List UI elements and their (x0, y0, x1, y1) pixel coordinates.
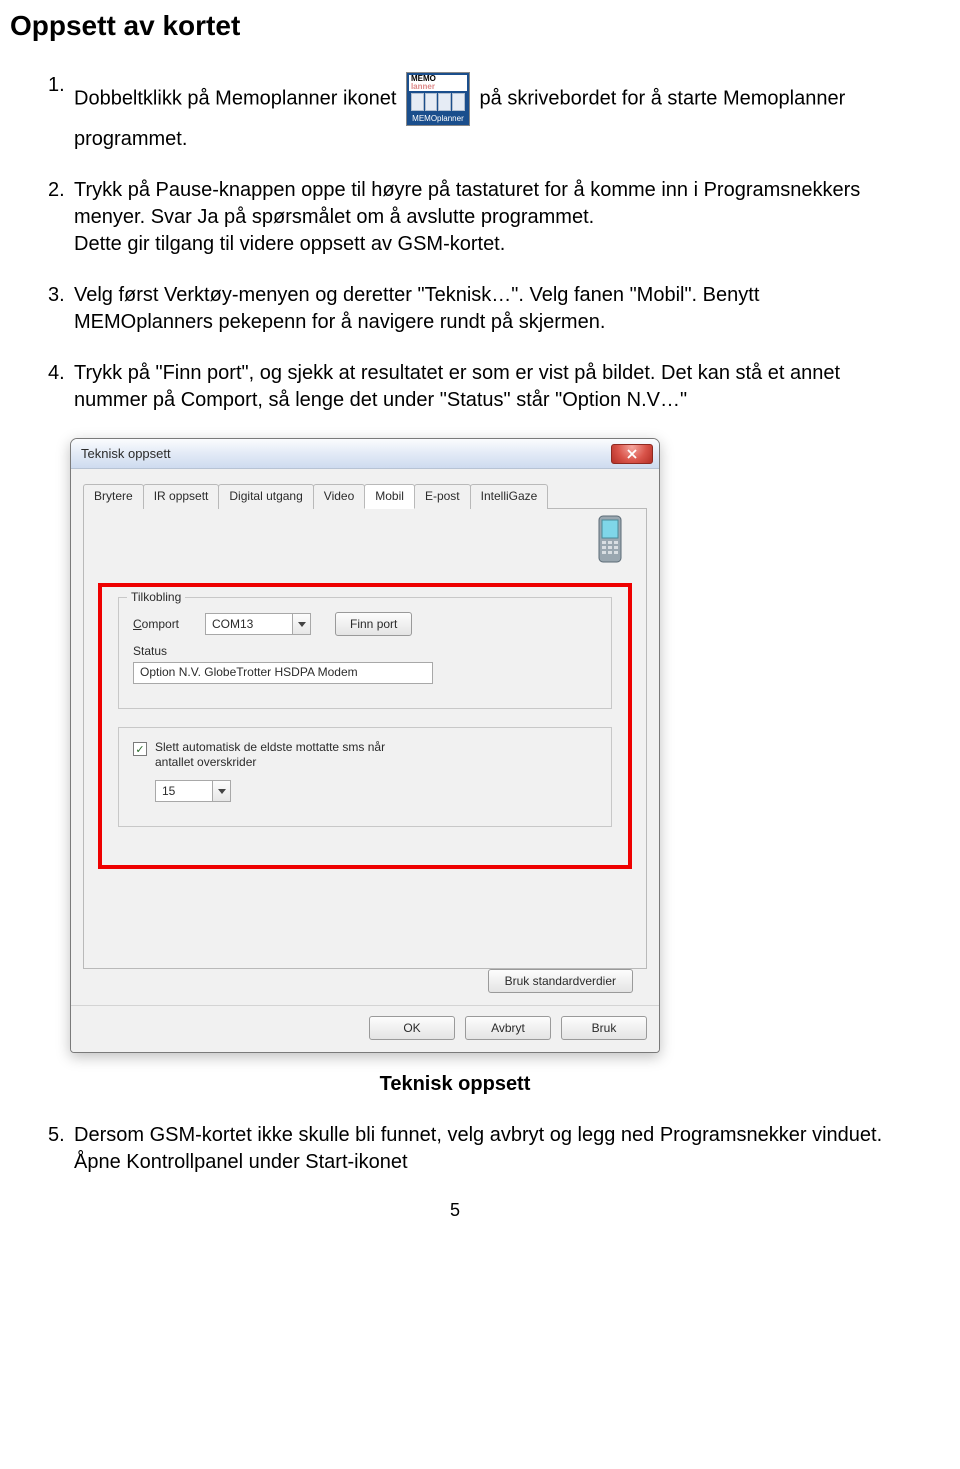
step-number: 1. (48, 72, 74, 153)
group-title: Tilkobling (127, 590, 185, 604)
cancel-button[interactable]: Avbryt (465, 1016, 551, 1040)
auto-delete-checkbox[interactable] (133, 742, 147, 756)
threshold-select[interactable]: 15 (155, 780, 231, 802)
page-number: 5 (10, 1200, 900, 1221)
teknisk-oppsett-dialog: Teknisk oppsett Brytere IR oppsett Digit… (70, 438, 660, 1053)
tab-mobil[interactable]: Mobil (364, 484, 415, 509)
icon-footer: MEMOplanner (407, 114, 469, 124)
close-icon (627, 449, 637, 459)
step-number: 5. (48, 1122, 74, 1176)
page-title: Oppsett av kortet (10, 10, 900, 42)
tab-video[interactable]: Video (313, 484, 365, 509)
threshold-value: 15 (162, 784, 175, 798)
comport-value: COM13 (212, 617, 253, 631)
tab-intelligaze[interactable]: IntelliGaze (470, 484, 549, 509)
icon-text-lanner: lanner (411, 82, 435, 91)
step-text: Velg først Verktøy-menyen og deretter "T… (74, 282, 900, 336)
step-number: 2. (48, 177, 74, 258)
dropdown-caret-icon (212, 781, 230, 801)
memoplanner-desktop-icon: MEMO lanner MEMOplanner (406, 72, 470, 126)
apply-button[interactable]: Bruk (561, 1016, 647, 1040)
dialog-title: Teknisk oppsett (81, 446, 171, 461)
step-text: Trykk på "Finn port", og sjekk at result… (74, 360, 900, 414)
tab-ir-oppsett[interactable]: IR oppsett (143, 484, 220, 509)
step-text: Dobbeltklikk på Memoplanner ikonet (74, 87, 402, 109)
comport-select[interactable]: COM13 (205, 613, 311, 635)
checkbox-label: Slett automatisk de eldste mottatte sms … (155, 740, 415, 770)
status-label: Status (133, 644, 205, 658)
tilkobling-group: Tilkobling Comport COM13 Finn port (118, 597, 612, 709)
step-text: Trykk på Pause-knappen oppe til høyre på… (74, 177, 900, 258)
highlight-box: Tilkobling Comport COM13 Finn port (98, 583, 632, 869)
figure-caption: Teknisk oppsett (10, 1073, 900, 1096)
sms-cleanup-group: Slett automatisk de eldste mottatte sms … (118, 727, 612, 827)
dropdown-caret-icon (292, 614, 310, 634)
step-text: Dersom GSM-kortet ikke skulle bli funnet… (74, 1122, 900, 1176)
step-1: 1. Dobbeltklikk på Memoplanner ikonet ME… (48, 72, 900, 153)
step-2: 2. Trykk på Pause-knappen oppe til høyre… (48, 177, 900, 258)
ok-button[interactable]: OK (369, 1016, 455, 1040)
mobile-phone-icon (596, 515, 624, 563)
step-list: 1. Dobbeltklikk på Memoplanner ikonet ME… (48, 72, 900, 414)
status-value: Option N.V. GlobeTrotter HSDPA Modem (133, 662, 433, 684)
step-3: 3. Velg først Verktøy-menyen og deretter… (48, 282, 900, 336)
defaults-button[interactable]: Bruk standardverdier (488, 969, 633, 993)
dialog-button-bar: OK Avbryt Bruk (71, 1005, 659, 1052)
tab-panel-mobil: Tilkobling Comport COM13 Finn port (83, 509, 647, 969)
find-port-button[interactable]: Finn port (335, 612, 412, 636)
step-5: 5. Dersom GSM-kortet ikke skulle bli fun… (48, 1122, 900, 1176)
comport-label: Comport (133, 617, 205, 631)
tab-brytere[interactable]: Brytere (83, 484, 144, 509)
step-number: 4. (48, 360, 74, 414)
tab-digital-utgang[interactable]: Digital utgang (218, 484, 313, 509)
step-4: 4. Trykk på "Finn port", og sjekk at res… (48, 360, 900, 414)
dialog-titlebar: Teknisk oppsett (71, 439, 659, 469)
step-number: 3. (48, 282, 74, 336)
tab-epost[interactable]: E-post (414, 484, 471, 509)
close-button[interactable] (611, 444, 653, 464)
tab-bar: Brytere IR oppsett Digital utgang Video … (83, 483, 647, 509)
